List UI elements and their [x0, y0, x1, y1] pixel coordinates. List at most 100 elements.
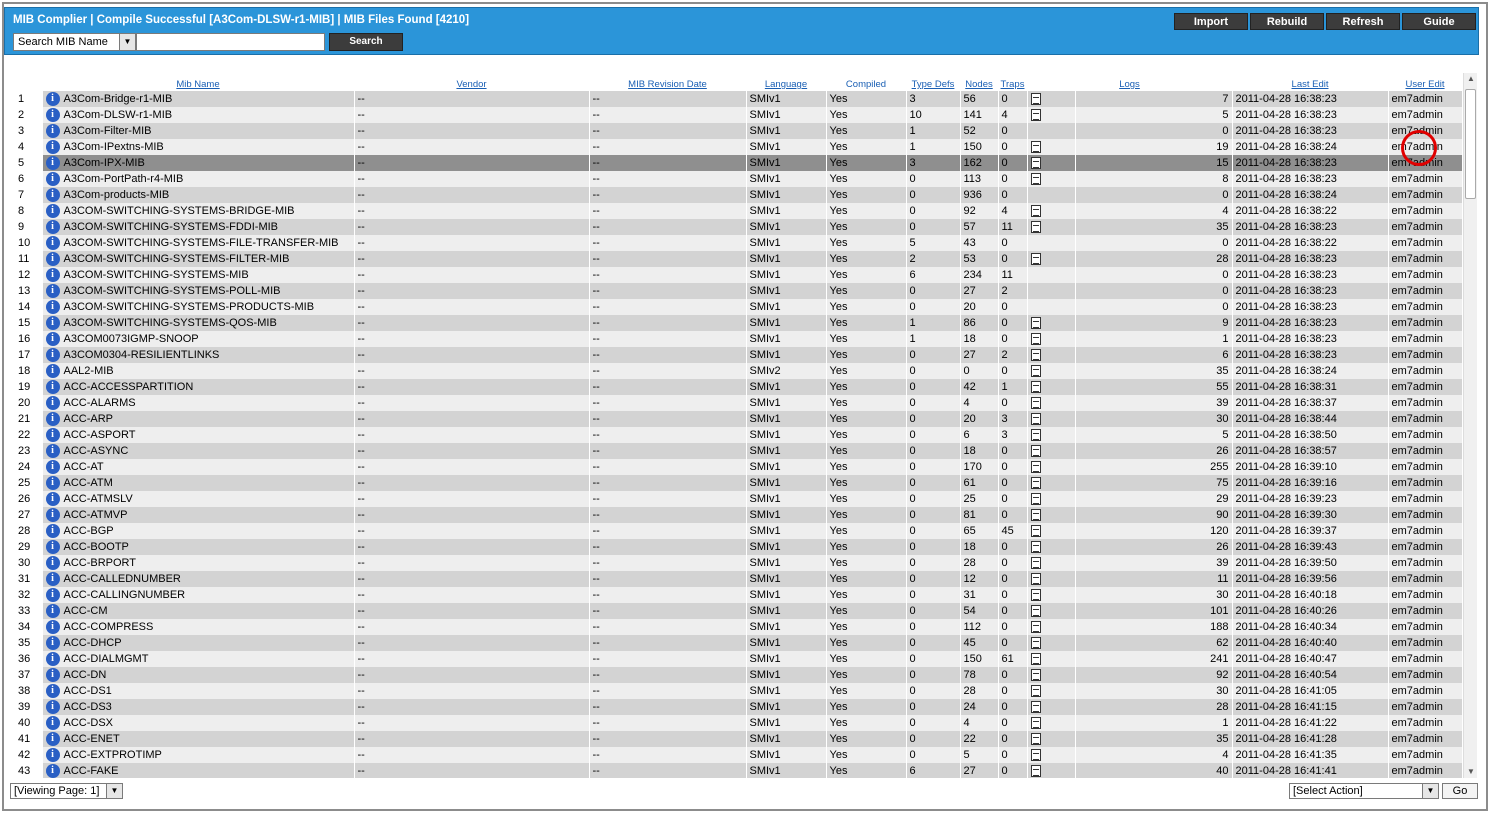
table-row[interactable]: 5 i A3Com-IPX-MIB -- -- SMIv1 Yes 3 162 0 15 2011-0… — [10, 155, 1462, 171]
search-button[interactable]: Search — [329, 33, 403, 51]
column-header-logs[interactable]: Logs — [1027, 73, 1232, 91]
table-row[interactable]: 25 i ACC-ATM -- -- SMIv1 Yes 0 61 0 75 2011-04-28 1… — [10, 475, 1462, 491]
table-row[interactable]: 20 i ACC-ALARMS -- -- SMIv1 Yes 0 4 0 39 2011-04-28… — [10, 395, 1462, 411]
info-icon[interactable]: i — [45, 556, 60, 571]
refresh-button[interactable]: Refresh — [1326, 13, 1400, 30]
info-icon[interactable]: i — [45, 732, 60, 747]
log-file-icon[interactable] — [1030, 477, 1041, 490]
log-file-icon[interactable] — [1030, 205, 1041, 218]
log-file-icon[interactable] — [1030, 317, 1041, 330]
log-file-icon[interactable] — [1030, 525, 1041, 538]
table-row[interactable]: 33 i ACC-CM -- -- SMIv1 Yes 0 54 0 101 2011-04-28 1… — [10, 603, 1462, 619]
table-row[interactable]: 18 i AAL2-MIB -- -- SMIv2 Yes 0 0 0 35 2011-04-28 1… — [10, 363, 1462, 379]
log-file-icon[interactable] — [1030, 605, 1041, 618]
log-file-icon[interactable] — [1030, 413, 1041, 426]
table-row[interactable]: 35 i ACC-DHCP -- -- SMIv1 Yes 0 45 0 62 2011-04-28 … — [10, 635, 1462, 651]
table-row[interactable]: 22 i ACC-ASPORT -- -- SMIv1 Yes 0 6 3 5 2011-04-28 … — [10, 427, 1462, 443]
table-row[interactable]: 2 i A3Com-DLSW-r1-MIB -- -- SMIv1 Yes 10 141 4 5 20… — [10, 107, 1462, 123]
log-file-icon[interactable] — [1030, 93, 1041, 106]
info-icon[interactable]: i — [45, 412, 60, 427]
info-icon[interactable]: i — [45, 396, 60, 411]
column-header-last-edit[interactable]: Last Edit — [1232, 73, 1388, 91]
info-icon[interactable]: i — [45, 684, 60, 699]
log-file-icon[interactable] — [1030, 141, 1041, 154]
table-row[interactable]: 7 i A3Com-products-MIB -- -- SMIv1 Yes 0 936 0 0 20… — [10, 187, 1462, 203]
info-icon[interactable]: i — [45, 252, 60, 267]
info-icon[interactable]: i — [45, 188, 60, 203]
table-row[interactable]: 41 i ACC-ENET -- -- SMIv1 Yes 0 22 0 35 2011-04-28 … — [10, 731, 1462, 747]
log-file-icon[interactable] — [1030, 669, 1041, 682]
info-icon[interactable]: i — [45, 636, 60, 651]
table-row[interactable]: 12 i A3COM-SWITCHING-SYSTEMS-MIB -- -- SMIv1 Y… — [10, 267, 1462, 283]
column-header-type-defs[interactable]: Type Defs — [906, 73, 960, 91]
info-icon[interactable]: i — [45, 124, 60, 139]
info-icon[interactable]: i — [45, 428, 60, 443]
info-icon[interactable]: i — [45, 236, 60, 251]
column-header-nodes[interactable]: Nodes — [960, 73, 998, 91]
info-icon[interactable]: i — [45, 172, 60, 187]
table-row[interactable]: 21 i ACC-ARP -- -- SMIv1 Yes 0 20 3 30 2011-04-28 1… — [10, 411, 1462, 427]
info-icon[interactable]: i — [45, 316, 60, 331]
log-file-icon[interactable] — [1030, 509, 1041, 522]
column-header-language[interactable]: Language — [746, 73, 826, 91]
info-icon[interactable]: i — [45, 332, 60, 347]
info-icon[interactable]: i — [45, 764, 60, 778]
info-icon[interactable]: i — [45, 204, 60, 219]
table-row[interactable]: 39 i ACC-DS3 -- -- SMIv1 Yes 0 24 0 28 2011-04-28 1… — [10, 699, 1462, 715]
log-file-icon[interactable] — [1030, 381, 1041, 394]
table-row[interactable]: 8 i A3COM-SWITCHING-SYSTEMS-BRIDGE-MIB -- --… — [10, 203, 1462, 219]
info-icon[interactable]: i — [45, 620, 60, 635]
table-row[interactable]: 16 i A3COM0073IGMP-SNOOP -- -- SMIv1 Yes 1 18 0 1 2… — [10, 331, 1462, 347]
log-file-icon[interactable] — [1030, 541, 1041, 554]
table-row[interactable]: 28 i ACC-BGP -- -- SMIv1 Yes 0 65 45 120 2011-04-28… — [10, 523, 1462, 539]
log-file-icon[interactable] — [1030, 221, 1041, 234]
scroll-down-icon[interactable]: ▼ — [1464, 766, 1478, 778]
log-file-icon[interactable] — [1030, 445, 1041, 458]
log-file-icon[interactable] — [1030, 653, 1041, 666]
table-row[interactable]: 1 i A3Com-Bridge-r1-MIB -- -- SMIv1 Yes 3 56 0 7 20… — [10, 91, 1462, 107]
table-row[interactable]: 11 i A3COM-SWITCHING-SYSTEMS-FILTER-MIB -- -… — [10, 251, 1462, 267]
log-file-icon[interactable] — [1030, 157, 1041, 170]
table-row[interactable]: 31 i ACC-CALLEDNUMBER -- -- SMIv1 Yes 0 12 0 11 201… — [10, 571, 1462, 587]
info-icon[interactable]: i — [45, 492, 60, 507]
info-icon[interactable]: i — [45, 92, 60, 107]
info-icon[interactable]: i — [45, 588, 60, 603]
column-header-mib-revision-date[interactable]: MIB Revision Date — [589, 73, 746, 91]
info-icon[interactable]: i — [45, 348, 60, 363]
info-icon[interactable]: i — [45, 476, 60, 491]
info-icon[interactable]: i — [45, 444, 60, 459]
info-icon[interactable]: i — [45, 108, 60, 123]
info-icon[interactable]: i — [45, 140, 60, 155]
log-file-icon[interactable] — [1030, 493, 1041, 506]
info-icon[interactable]: i — [45, 156, 60, 171]
info-icon[interactable]: i — [45, 300, 60, 315]
search-field-select[interactable]: Search MIB Name ▼ — [13, 33, 136, 51]
go-button[interactable]: Go — [1442, 783, 1478, 799]
guide-button[interactable]: Guide — [1402, 13, 1476, 30]
log-file-icon[interactable] — [1030, 173, 1041, 186]
log-file-icon[interactable] — [1030, 429, 1041, 442]
table-row[interactable]: 27 i ACC-ATMVP -- -- SMIv1 Yes 0 81 0 90 2011-04-28… — [10, 507, 1462, 523]
log-file-icon[interactable] — [1030, 701, 1041, 714]
scroll-up-icon[interactable]: ▲ — [1464, 73, 1478, 85]
table-row[interactable]: 30 i ACC-BRPORT -- -- SMIv1 Yes 0 28 0 39 2011-04-2… — [10, 555, 1462, 571]
table-row[interactable]: 17 i A3COM0304-RESILIENTLINKS -- -- SMIv1 Yes 0… — [10, 347, 1462, 363]
table-row[interactable]: 13 i A3COM-SWITCHING-SYSTEMS-POLL-MIB -- -- S… — [10, 283, 1462, 299]
table-row[interactable]: 36 i ACC-DIALMGMT -- -- SMIv1 Yes 0 150 61 241 2011… — [10, 651, 1462, 667]
log-file-icon[interactable] — [1030, 637, 1041, 650]
table-row[interactable]: 10 i A3COM-SWITCHING-SYSTEMS-FILE-TRANSFER… — [10, 235, 1462, 251]
table-row[interactable]: 26 i ACC-ATMSLV -- -- SMIv1 Yes 0 25 0 29 2011-04-2… — [10, 491, 1462, 507]
search-input[interactable] — [136, 33, 325, 51]
log-file-icon[interactable] — [1030, 397, 1041, 410]
info-icon[interactable]: i — [45, 668, 60, 683]
info-icon[interactable]: i — [45, 364, 60, 379]
table-row[interactable]: 34 i ACC-COMPRESS -- -- SMIv1 Yes 0 112 0 188 2011-… — [10, 619, 1462, 635]
scroll-thumb[interactable] — [1465, 89, 1476, 199]
info-icon[interactable]: i — [45, 604, 60, 619]
info-icon[interactable]: i — [45, 572, 60, 587]
info-icon[interactable]: i — [45, 540, 60, 555]
column-header-mib-name[interactable]: Mib Name — [42, 73, 354, 91]
info-icon[interactable]: i — [45, 700, 60, 715]
table-row[interactable]: 38 i ACC-DS1 -- -- SMIv1 Yes 0 28 0 30 2011-04-28 1… — [10, 683, 1462, 699]
page-select[interactable]: [Viewing Page: 1] ▼ — [10, 783, 123, 799]
